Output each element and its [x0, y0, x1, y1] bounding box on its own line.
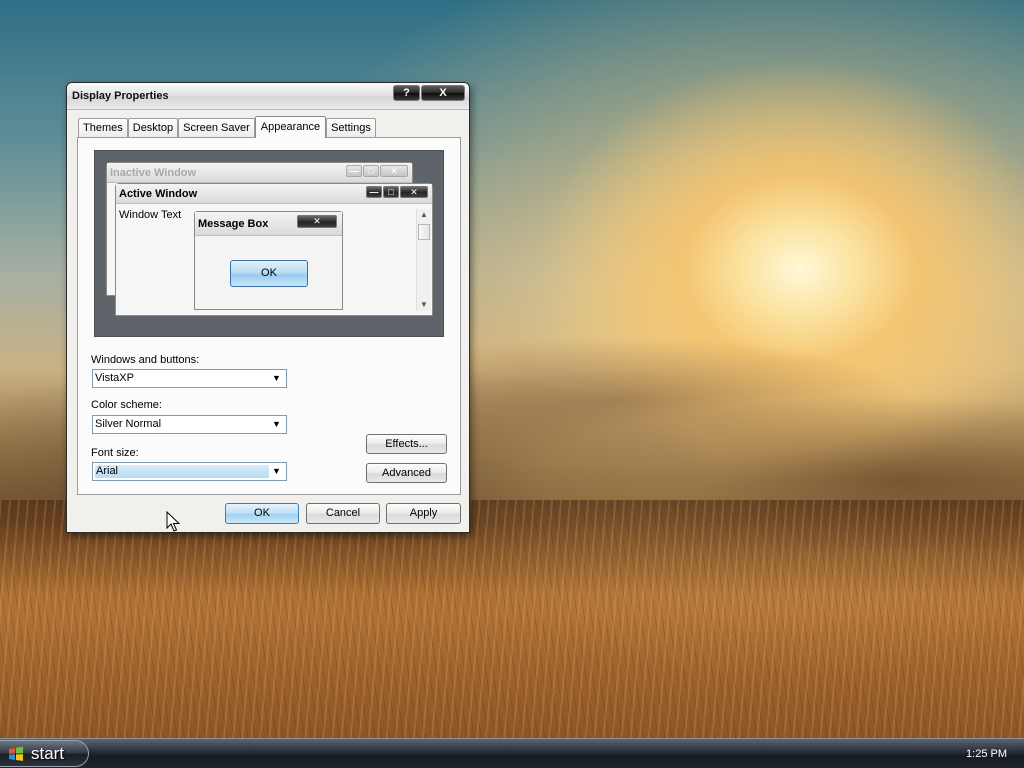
preview-active-window: Active Window — □ ✕ Window Text ▲ ▼ Mess… — [115, 183, 433, 316]
preview-scrollbar: ▲ ▼ — [416, 209, 431, 311]
preview-message-box: Message Box ✕ OK — [194, 211, 343, 310]
chevron-down-icon[interactable]: ▼ — [269, 418, 284, 431]
effects-button[interactable]: Effects... — [366, 434, 447, 454]
start-button[interactable]: start — [0, 740, 89, 767]
ok-button[interactable]: OK — [225, 503, 299, 524]
preview-inactive-title: Inactive Window — □ ✕ — [107, 163, 412, 183]
start-label: start — [31, 744, 65, 763]
windows-buttons-dropdown[interactable]: VistaXP ▼ — [92, 369, 287, 388]
active-window-title-text: Active Window — [119, 188, 198, 200]
tab-desktop[interactable]: Desktop — [127, 118, 179, 137]
inactive-window-buttons: — □ ✕ — [346, 165, 408, 177]
tab-themes[interactable]: Themes — [78, 118, 128, 137]
message-box-buttons: ✕ — [297, 215, 337, 228]
mouse-pointer-icon — [166, 511, 180, 532]
appearance-preview: Inactive Window — □ ✕ Active Window — □ … — [94, 150, 444, 337]
maximize-icon: □ — [363, 165, 379, 177]
minimize-icon: — — [346, 165, 362, 177]
advanced-button[interactable]: Advanced — [366, 463, 447, 483]
help-button[interactable]: ? — [393, 85, 420, 101]
title-bar-buttons: ? X — [393, 85, 465, 101]
system-clock[interactable]: 1:25 PM — [966, 748, 1007, 760]
active-window-buttons: — □ ✕ — [366, 186, 428, 198]
color-scheme-dropdown[interactable]: Silver Normal ▼ — [92, 415, 287, 434]
preview-ok-button: OK — [230, 260, 308, 287]
windows-buttons-value: VistaXP — [95, 372, 134, 384]
appearance-panel: Inactive Window — □ ✕ Active Window — □ … — [77, 137, 461, 495]
minimize-icon: — — [366, 186, 382, 198]
window-title: Display Properties — [72, 90, 169, 102]
preview-window-text: Window Text — [119, 209, 182, 221]
wallpaper-field — [0, 500, 1024, 738]
title-bar[interactable]: Display Properties ? X — [67, 83, 469, 110]
tab-strip: Themes Desktop Screen Saver Appearance S… — [78, 116, 376, 138]
apply-button[interactable]: Apply — [386, 503, 461, 524]
maximize-icon: □ — [383, 186, 399, 198]
scroll-thumb — [418, 224, 430, 240]
color-scheme-value: Silver Normal — [95, 418, 162, 430]
color-scheme-label: Color scheme: — [91, 399, 162, 411]
chevron-down-icon[interactable]: ▼ — [269, 372, 284, 385]
inactive-window-title-text: Inactive Window — [110, 167, 197, 179]
chevron-down-icon[interactable]: ▼ — [269, 465, 284, 478]
close-button[interactable]: X — [421, 85, 465, 101]
message-box-title-text: Message Box — [198, 218, 269, 230]
scroll-up-icon: ▲ — [420, 210, 428, 219]
display-properties-dialog: Display Properties ? X Themes Desktop Sc… — [66, 82, 470, 533]
font-size-value: Arial — [95, 465, 269, 478]
font-size-dropdown[interactable]: Arial ▼ — [92, 462, 287, 481]
message-box-title: Message Box ✕ — [195, 212, 342, 236]
close-icon: ✕ — [380, 165, 408, 177]
tab-appearance[interactable]: Appearance — [254, 116, 327, 138]
taskbar: start 1:25 PM — [0, 738, 1024, 768]
windows-flag-icon — [9, 746, 23, 761]
cancel-button[interactable]: Cancel — [306, 503, 380, 524]
close-icon: ✕ — [400, 186, 428, 198]
preview-active-title: Active Window — □ ✕ — [116, 184, 432, 204]
scroll-down-icon: ▼ — [420, 300, 428, 309]
tab-settings[interactable]: Settings — [326, 118, 376, 137]
font-size-label: Font size: — [91, 447, 139, 459]
windows-buttons-label: Windows and buttons: — [91, 354, 200, 366]
tab-screen-saver[interactable]: Screen Saver — [178, 118, 255, 137]
close-icon: ✕ — [297, 215, 337, 228]
